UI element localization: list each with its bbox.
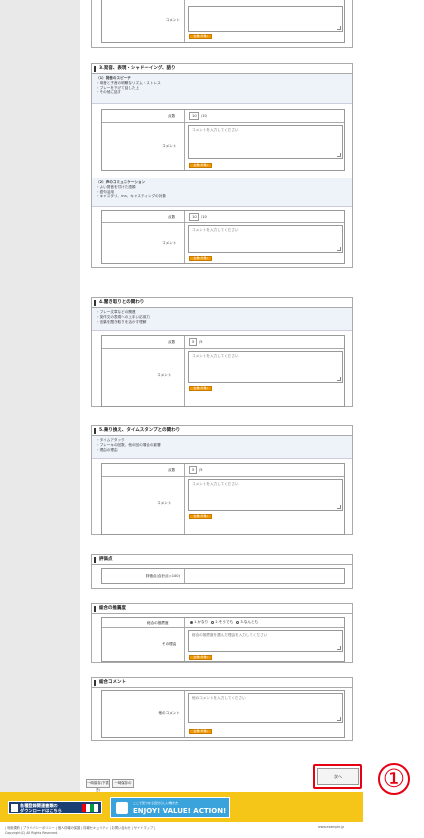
main-content: コメント 全角(半角) 3.発音、表現・シャドーイング、語り （1）発音のスピー… (80, 0, 363, 792)
sub2-char-button[interactable]: 全角(半角) (189, 256, 212, 261)
section-4-desc: ・ブレー文章などの関連 ・英作文の表現への上手い応用力 ・言葉を聞き取りを活かす… (92, 308, 352, 331)
sub1-score-select[interactable]: 10 (189, 112, 199, 120)
char-count-button[interactable]: 全角(半角) (189, 34, 212, 39)
comments-title: 総合コメント (92, 678, 352, 688)
temp-load-button[interactable]: 一時保存の (112, 779, 134, 788)
comment-label: コメント (165, 18, 180, 22)
bars-icon (82, 804, 98, 812)
sub2-score-select[interactable]: 10 (189, 213, 199, 221)
s4-grid: 点数 5 /5 コメント コメントを入力してください 全角(半角) (101, 335, 345, 407)
section-3-title: 3.発音、表現・シャドーイング、語り (92, 64, 352, 74)
sub1-score-unit: /10 (201, 114, 207, 118)
doc-icon (11, 804, 18, 812)
s5-char-button[interactable]: 全角(半角) (189, 514, 212, 519)
s4-bullet: ・言葉を聞き取りを活かす理解 (96, 319, 147, 324)
radio-option-2[interactable] (211, 620, 215, 624)
eval-title: 評価点 (92, 555, 352, 565)
section-4-title: 4.聞き取りとの関わり (92, 298, 352, 308)
section-5-desc: ・タイムアタック ・ブレーキの回数、他の回の場合の影響 ・理由の理由 (92, 436, 352, 459)
radio-option-1[interactable] (190, 620, 193, 624)
s4-score-unit: /5 (199, 340, 203, 344)
eval-value (188, 572, 208, 581)
site-footer: | 利用規約 | プライバシーポリシー | 個人情報の保護 | 情報セキュリティ… (0, 822, 363, 838)
radio-label-1: 1.かなり (194, 620, 209, 624)
radio-label-3: 3.なんとも (240, 620, 259, 624)
result-title: 総合の推薦度 (92, 604, 352, 614)
section-result: 総合の推薦度 総合の推薦度 1.かなり 2.そうでも 3.なんとも その理由 総… (91, 603, 353, 663)
result-grid: 総合の推薦度 1.かなり 2.そうでも 3.なんとも その理由 総合の推薦度を選… (101, 617, 345, 662)
section-top-partial: コメント 全角(半角) (91, 0, 353, 48)
s4-char-button[interactable]: 全角(半角) (189, 386, 212, 391)
comment-textarea[interactable] (188, 6, 343, 32)
result-radio-group: 1.かなり 2.そうでも 3.なんとも (188, 620, 258, 625)
result-reason-textarea[interactable]: 総合の推薦度を選んだ理由を入力してください (188, 630, 343, 652)
eval-grid: 評価点(合計点=100) (101, 568, 345, 584)
comments-grid: 他のコメント 他のコメントを入力してください 全角(半角) (101, 690, 345, 738)
callout-number: ① (378, 763, 410, 795)
sub2-bullet: ・キャスタリ、ma、キャスティングの対象 (96, 194, 166, 199)
sub1-char-button[interactable]: 全角(半角) (189, 163, 212, 168)
s4-comment-textarea[interactable]: コメントを入力してください (188, 351, 343, 383)
s5-bullet: ・理由の理由 (96, 447, 118, 452)
radio-option-3[interactable] (236, 620, 240, 624)
enjoy-banner-sub: ここで見つかる自分らしい働き方 (133, 801, 179, 805)
comment-grid: コメント 全角(半角) (101, 0, 345, 43)
section-comments: 総合コメント 他のコメント 他のコメントを入力してください 全角(半角) (91, 677, 353, 741)
section-3-sub1-desc: （1）発音のスピーチ ・母音と子音の明瞭なリズム・ストレス ・ブレーを下げて話し… (92, 74, 352, 104)
s4-score-select[interactable]: 5 (189, 338, 197, 346)
sub1-bullet: ・その他に話す (96, 90, 122, 95)
radio-label-2: 2.そうでも (215, 620, 234, 624)
eval-label-cell: 評価点(合計点=100) (102, 569, 185, 583)
section-5: 5.乗り換え、タイムスタンプとの関わり ・タイムアタック ・ブレーキの回数、他の… (91, 425, 353, 535)
footer-right-text: www.example.jp (318, 825, 345, 829)
sub2-grid: 点数 10 /10 コメント コメントを入力してください 全角(半角) (101, 210, 345, 264)
banner-logo-icon (116, 802, 128, 814)
footer-copyright: Copyright(C) All Rights Reserved. (5, 831, 59, 835)
comment-label-cell: コメント (102, 0, 185, 42)
download-banner[interactable]: 各種登録関連書類の ダウンロードはこちら (8, 801, 102, 814)
left-sidebar (0, 0, 80, 792)
s5-score-select[interactable]: 5 (189, 466, 197, 474)
sub1-grid: 点数 10 /10 コメント コメントを入力してください 全角(半角) (101, 109, 345, 171)
section-4: 4.聞き取りとの関わり ・ブレー文章などの関連 ・英作文の表現への上手い応用力 … (91, 297, 353, 407)
s5-comment-textarea[interactable]: コメントを入力してください (188, 479, 343, 511)
eval-label: 評価点(合計点=100) (145, 574, 180, 578)
section-3-sub2-desc: （2）声のコミュニケーション ・よい発音を付けた語順 ・語句活用 ・キャスタリ、… (92, 178, 352, 207)
s5-grid: 点数 5 /5 コメント コメントを入力してください 全角(半角) (101, 463, 345, 535)
comments-label-col: 他のコメント (102, 691, 185, 737)
comments-label: 他のコメント (158, 711, 180, 715)
footer-links[interactable]: | 利用規約 | プライバシーポリシー | 個人情報の保護 | 情報セキュリティ… (5, 825, 155, 830)
section-3: 3.発音、表現・シャドーイング、語り （1）発音のスピーチ ・母音と子音の明瞭な… (91, 63, 353, 268)
s5-score-unit: /5 (199, 468, 203, 472)
result-char-button[interactable]: 全角(半角) (189, 655, 212, 660)
download-banner-line2: ダウンロードはこちら (20, 808, 62, 813)
next-button-highlight (313, 764, 362, 789)
enjoy-banner[interactable]: ここで見つかる自分らしい働き方 ENJOY! VALUE! ACTION! (110, 797, 230, 818)
sub1-comment-textarea[interactable]: コメントを入力してください (188, 125, 343, 159)
sub2-comment-textarea[interactable]: コメントを入力してください (188, 225, 343, 253)
enjoy-banner-text: ENJOY! VALUE! ACTION! (133, 807, 227, 815)
comments-textarea[interactable]: 他のコメントを入力してください (188, 693, 343, 723)
footer-banner: 各種登録関連書類の ダウンロードはこちら ここで見つかる自分らしい働き方 ENJ… (0, 792, 363, 822)
section-eval: 評価点 評価点(合計点=100) (91, 554, 353, 589)
temp-save-button[interactable]: 一時保存(下書き) (86, 779, 110, 792)
section-5-title: 5.乗り換え、タイムスタンプとの関わり (92, 426, 352, 436)
comments-char-button[interactable]: 全角(半角) (189, 729, 212, 734)
sub2-score-unit: /10 (201, 215, 207, 219)
